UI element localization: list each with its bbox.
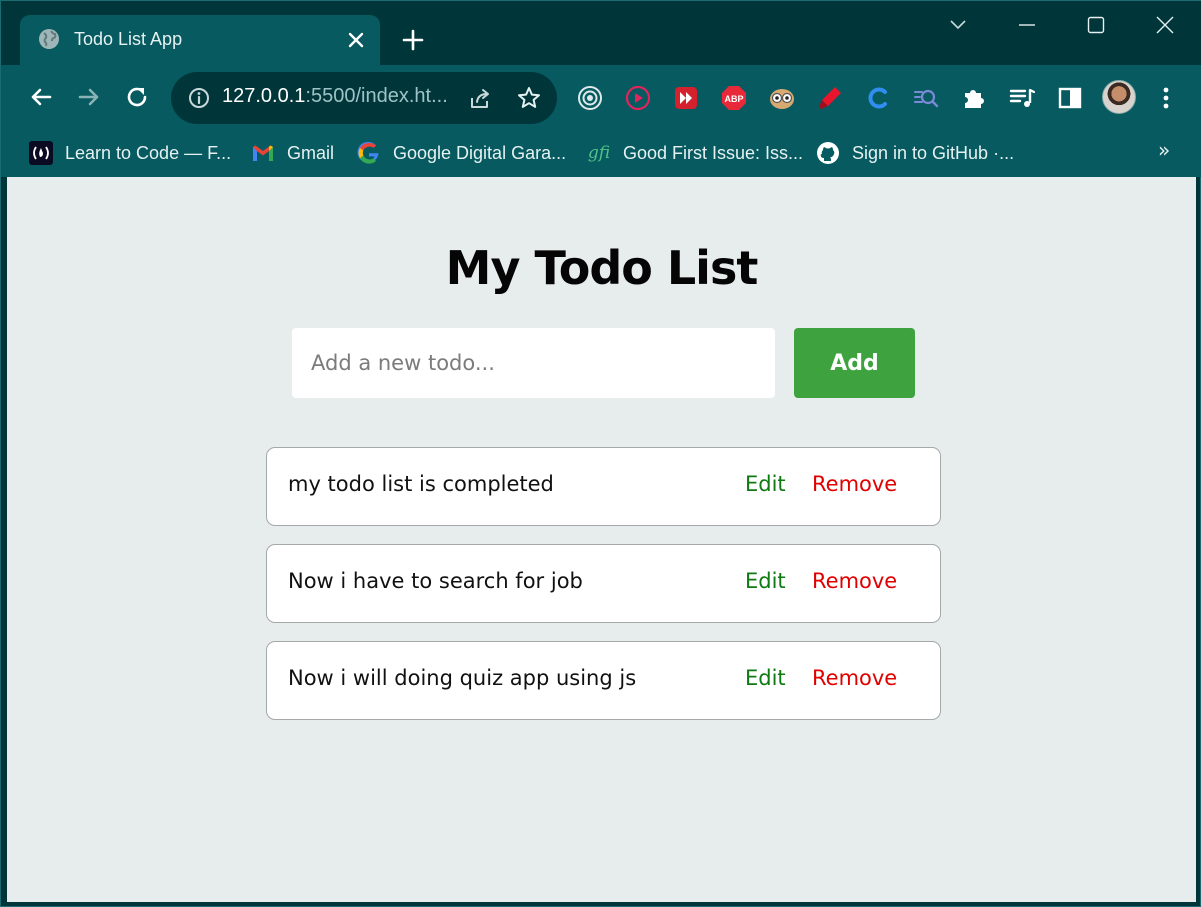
bookmark-gmail[interactable]: Gmail bbox=[251, 138, 334, 168]
todo-text: Now i will doing quiz app using js bbox=[288, 666, 637, 690]
owl-icon[interactable] bbox=[768, 84, 796, 112]
record-icon[interactable] bbox=[576, 84, 604, 112]
todo-text: my todo list is completed bbox=[288, 472, 554, 496]
remove-button[interactable]: Remove bbox=[812, 666, 897, 690]
bookmark-label: Gmail bbox=[287, 142, 335, 163]
add-button[interactable]: Add bbox=[794, 328, 915, 398]
media-queue-icon[interactable] bbox=[1008, 84, 1036, 112]
bookmark-github[interactable]: Sign in to GitHub ·... bbox=[816, 138, 1014, 168]
edit-button[interactable]: Edit bbox=[745, 666, 786, 690]
bookmark-google-digital-garage[interactable]: Google Digital Gara... bbox=[357, 138, 566, 168]
bookmark-label: Good First Issue: Iss... bbox=[623, 142, 804, 163]
tab-search-chevron-icon[interactable] bbox=[946, 13, 970, 37]
search-code-icon[interactable] bbox=[912, 84, 940, 112]
todo-input[interactable] bbox=[292, 328, 775, 398]
maximize-icon[interactable] bbox=[1084, 13, 1108, 37]
page-title: My Todo List bbox=[445, 241, 759, 295]
minimize-icon[interactable] bbox=[1015, 13, 1039, 37]
window-close-icon[interactable] bbox=[1153, 13, 1177, 37]
edit-button[interactable]: Edit bbox=[745, 569, 786, 593]
gfi-icon: gfi bbox=[587, 143, 611, 163]
bookmark-label: Google Digital Gara... bbox=[393, 142, 567, 163]
todo-text: Now i have to search for job bbox=[288, 569, 583, 593]
globe-icon bbox=[39, 29, 59, 49]
url-host: 127.0.0.1 bbox=[222, 85, 306, 107]
remove-button[interactable]: Remove bbox=[812, 472, 897, 496]
address-bar[interactable]: 127.0.0.1:5500/index.ht... bbox=[171, 72, 557, 124]
browser-window: Todo List App 127.0.0.1:5500/index.ht...… bbox=[0, 0, 1201, 907]
google-icon bbox=[357, 141, 379, 164]
bookmarks-overflow-button[interactable]: » bbox=[1158, 138, 1170, 162]
more-menu-icon[interactable] bbox=[1152, 84, 1180, 112]
todo-item: my todo list is completed Edit Remove bbox=[266, 447, 941, 526]
fast-forward-icon[interactable] bbox=[672, 84, 700, 112]
bookmark-label: Learn to Code — F... bbox=[65, 142, 232, 163]
tab-todo-list-app[interactable]: Todo List App bbox=[20, 15, 380, 65]
marker-icon[interactable] bbox=[816, 84, 844, 112]
browser-toolbar: 127.0.0.1:5500/index.ht... ABP bbox=[1, 65, 1201, 129]
remove-button[interactable]: Remove bbox=[812, 569, 897, 593]
forward-arrow-icon[interactable] bbox=[74, 82, 104, 112]
reload-icon[interactable] bbox=[122, 82, 152, 112]
c-logo-icon[interactable] bbox=[864, 84, 892, 112]
bookmark-good-first-issue[interactable]: gfi Good First Issue: Iss... bbox=[587, 138, 803, 168]
page-content: My Todo List Add my todo list is complet… bbox=[7, 177, 1196, 902]
gmail-icon bbox=[253, 145, 273, 161]
back-arrow-icon[interactable] bbox=[26, 82, 56, 112]
abp-label: ABP bbox=[724, 94, 743, 104]
bookmark-freecodecamp[interactable]: Learn to Code — F... bbox=[29, 138, 231, 168]
github-icon bbox=[817, 142, 839, 164]
bookmark-star-icon[interactable] bbox=[516, 85, 542, 111]
tab-title: Todo List App bbox=[74, 29, 183, 49]
puzzle-icon[interactable] bbox=[960, 84, 988, 112]
abp-icon[interactable]: ABP bbox=[720, 84, 748, 112]
info-icon[interactable] bbox=[187, 86, 211, 110]
side-panel-icon[interactable] bbox=[1056, 84, 1084, 112]
edit-button[interactable]: Edit bbox=[745, 472, 786, 496]
tab-strip: Todo List App bbox=[1, 1, 1201, 65]
play-circle-icon[interactable] bbox=[624, 84, 652, 112]
new-tab-icon[interactable] bbox=[401, 28, 425, 52]
bookmark-label: Sign in to GitHub ·... bbox=[852, 142, 1015, 163]
close-icon[interactable] bbox=[346, 30, 366, 50]
todo-list: my todo list is completed Edit Remove No… bbox=[266, 447, 941, 738]
url-rest: :5500/index.ht... bbox=[305, 85, 448, 107]
freecodecamp-icon bbox=[29, 141, 53, 165]
todo-item: Now i will doing quiz app using js Edit … bbox=[266, 641, 941, 720]
bookmarks-bar: Learn to Code — F... Gmail Google Digita… bbox=[1, 129, 1201, 177]
profile-avatar[interactable] bbox=[1102, 80, 1136, 114]
todo-item: Now i have to search for job Edit Remove bbox=[266, 544, 941, 623]
share-icon[interactable] bbox=[468, 86, 494, 112]
address-url[interactable]: 127.0.0.1:5500/index.ht... bbox=[222, 85, 448, 108]
